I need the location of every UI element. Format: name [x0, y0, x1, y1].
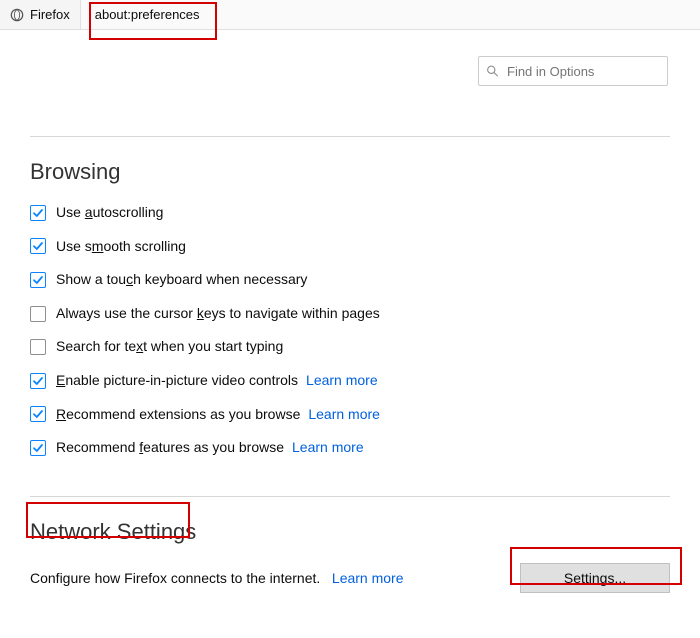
label-accesskey: c — [126, 271, 133, 287]
checkbox-label[interactable]: Recommend extensions as you browse — [56, 406, 300, 422]
learn-more-link[interactable]: Learn more — [306, 372, 378, 388]
label-accesskey: k — [197, 305, 204, 321]
checkbox[interactable] — [30, 406, 46, 422]
label-before: Recommend — [56, 439, 139, 455]
browsing-section: Browsing Use autoscrolling Use smooth scr… — [30, 159, 670, 458]
checkbox[interactable] — [30, 440, 46, 456]
label-after: nable picture-in-picture video controls — [65, 372, 298, 388]
checkbox-label[interactable]: Recommend features as you browse — [56, 439, 284, 455]
settings-button-before: S — [564, 570, 573, 586]
checkbox-label-wrap: Use autoscrolling — [56, 203, 163, 223]
label-after: h keyboard when necessary — [133, 271, 307, 287]
firefox-tab[interactable]: Firefox — [0, 0, 81, 29]
search-box — [478, 56, 668, 86]
settings-button-after: ttings... — [581, 570, 626, 586]
search-input[interactable] — [478, 56, 668, 86]
firefox-tab-label: Firefox — [30, 7, 70, 22]
label-after: ooth scrolling — [103, 238, 186, 254]
network-row: Configure how Firefox connects to the in… — [30, 563, 670, 593]
label-after: ecommend extensions as you browse — [66, 406, 300, 422]
checkbox-label[interactable]: Always use the cursor keys to navigate w… — [56, 305, 380, 321]
checkbox-row: Recommend extensions as you browse Learn … — [30, 405, 670, 425]
checkbox-row: Search for text when you start typing — [30, 337, 670, 357]
checkbox[interactable] — [30, 205, 46, 221]
tab-bar: Firefox about:preferences — [0, 0, 700, 30]
address-text: about:preferences — [95, 7, 200, 22]
checkbox-label-wrap: Recommend features as you browse Learn mo… — [56, 438, 364, 458]
search-icon — [486, 65, 499, 78]
network-description: Configure how Firefox connects to the in… — [30, 570, 320, 586]
label-accesskey: a — [85, 204, 93, 220]
search-wrap — [30, 56, 668, 86]
label-after: eys to navigate within pages — [204, 305, 380, 321]
content-area: Browsing Use autoscrolling Use smooth scr… — [0, 30, 700, 593]
network-learn-more[interactable]: Learn more — [332, 570, 404, 586]
checkbox[interactable] — [30, 373, 46, 389]
settings-button[interactable]: Settings... — [520, 563, 670, 593]
checkbox-label-wrap: Show a touch keyboard when necessary — [56, 270, 307, 290]
label-accesskey: R — [56, 406, 66, 422]
checkbox-label[interactable]: Search for text when you start typing — [56, 338, 283, 354]
label-before: Use s — [56, 238, 92, 254]
checkbox-label-wrap: Always use the cursor keys to navigate w… — [56, 304, 380, 324]
settings-button-accesskey: e — [573, 570, 581, 586]
network-desc-wrap: Configure how Firefox connects to the in… — [30, 570, 404, 586]
checkbox-row: Enable picture-in-picture video controls… — [30, 371, 670, 391]
label-before: Always use the cursor — [56, 305, 197, 321]
checkbox-label-wrap: Recommend extensions as you browse Learn … — [56, 405, 380, 425]
checkbox-label[interactable]: Show a touch keyboard when necessary — [56, 271, 307, 287]
label-before: Use — [56, 204, 85, 220]
checkbox-row: Recommend features as you browse Learn mo… — [30, 438, 670, 458]
checkbox-label-wrap: Enable picture-in-picture video controls… — [56, 371, 378, 391]
checkbox-row: Use autoscrolling — [30, 203, 670, 223]
learn-more-link[interactable]: Learn more — [308, 406, 380, 422]
label-before: Search for te — [56, 338, 136, 354]
checkbox[interactable] — [30, 306, 46, 322]
network-title: Network Settings — [30, 519, 670, 545]
divider — [30, 136, 670, 137]
checkbox-row: Use smooth scrolling — [30, 237, 670, 257]
network-section: Network Settings Configure how Firefox c… — [30, 496, 670, 593]
label-after: eatures as you browse — [143, 439, 284, 455]
divider-network — [30, 496, 670, 497]
address-bar[interactable]: about:preferences — [81, 0, 214, 29]
checkbox-label[interactable]: Use smooth scrolling — [56, 238, 186, 254]
label-accesskey: m — [92, 238, 104, 254]
checkbox-label-wrap: Use smooth scrolling — [56, 237, 186, 257]
checkbox-row: Show a touch keyboard when necessary — [30, 270, 670, 290]
label-before: Show a tou — [56, 271, 126, 287]
checkbox-row: Always use the cursor keys to navigate w… — [30, 304, 670, 324]
label-after: utoscrolling — [93, 204, 164, 220]
checkbox-label[interactable]: Enable picture-in-picture video controls — [56, 372, 298, 388]
checkbox[interactable] — [30, 339, 46, 355]
firefox-icon — [10, 8, 24, 22]
checkbox-label[interactable]: Use autoscrolling — [56, 204, 163, 220]
checkbox[interactable] — [30, 272, 46, 288]
learn-more-link[interactable]: Learn more — [292, 439, 364, 455]
browsing-title: Browsing — [30, 159, 670, 185]
checkbox[interactable] — [30, 238, 46, 254]
label-accesskey: E — [56, 372, 65, 388]
label-after: t when you start typing — [143, 338, 283, 354]
checkbox-label-wrap: Search for text when you start typing — [56, 337, 283, 357]
